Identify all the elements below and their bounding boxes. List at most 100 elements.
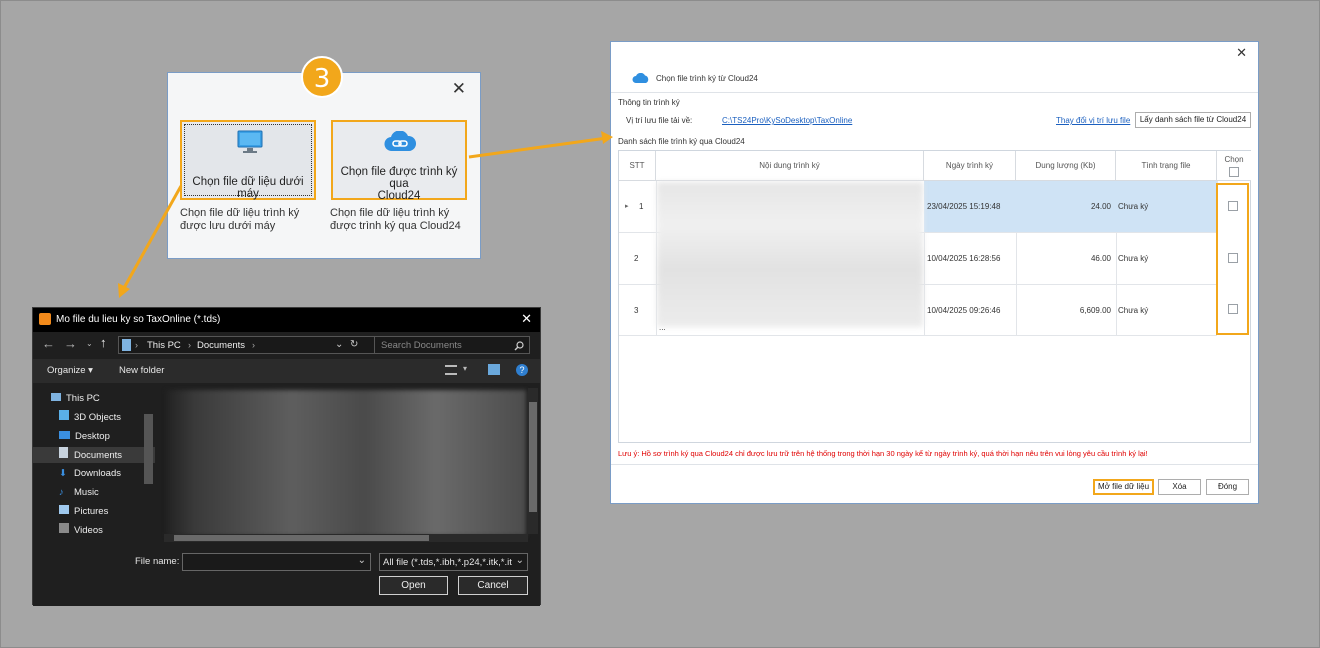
nav-label: Pictures (74, 506, 109, 517)
dialog-title: Chọn file trình ký từ Cloud24 (656, 74, 758, 83)
nav-label: Downloads (74, 468, 121, 479)
cloud-icon (632, 73, 649, 83)
close-icon[interactable]: ✕ (452, 79, 466, 99)
nav-item-documents[interactable]: Documents (33, 447, 155, 463)
search-input[interactable]: Search Documents (374, 336, 530, 354)
select-all-checkbox[interactable] (1229, 167, 1239, 177)
preview-pane-icon[interactable] (488, 364, 500, 375)
option-local-file[interactable]: Chọn file dữ liệu dưới máy (180, 120, 316, 200)
desc-line: được lưu dưới máy (180, 220, 276, 232)
option-local-label: Chọn file dữ liệu dưới máy (192, 176, 304, 200)
arrow-to-cloud-dialog (468, 136, 608, 159)
row-date: 10/04/2025 09:26:46 (927, 306, 1001, 315)
nav-item-this-pc[interactable]: This PC (51, 391, 100, 407)
nav-label: Music (74, 487, 99, 498)
chevron-down-icon[interactable]: ⌄ (358, 555, 366, 566)
back-icon[interactable]: ← (42, 336, 55, 351)
search-placeholder: Search Documents (381, 340, 462, 351)
open-button[interactable]: Open (379, 576, 448, 595)
chevron-right-icon: › (188, 340, 191, 350)
nav-item-3d-objects[interactable]: 3D Objects (59, 410, 121, 426)
row-checkbox[interactable] (1228, 201, 1238, 211)
nav-item-videos[interactable]: Videos (59, 523, 103, 539)
col-header-status[interactable]: Tình trạng file (1116, 151, 1217, 181)
view-options-icon[interactable] (445, 365, 457, 375)
row-stt: 1 (639, 202, 644, 211)
arrowhead-icon (118, 283, 130, 298)
cloud-file-dialog: ✕ Chọn file trình ký từ Cloud24 Thông ti… (610, 41, 1259, 504)
title-bar: Mo file du lieu ky so TaxOnline (*.tds) … (33, 308, 540, 332)
col-header-date[interactable]: Ngày trình ký (924, 151, 1016, 181)
option-cloud-file[interactable]: Chọn file được trình ký qua Cloud24 (331, 120, 467, 202)
toolbar: Organize ▾ New folder ▾ ? (33, 359, 540, 383)
col-header-stt[interactable]: STT (619, 151, 656, 181)
col-header-select[interactable]: Chọn (1217, 151, 1251, 181)
monitor-icon (237, 130, 263, 153)
close-icon[interactable]: ✕ (521, 311, 532, 327)
pc-icon (51, 393, 61, 401)
fetch-list-button[interactable]: Lấy danh sách file từ Cloud24 (1135, 112, 1251, 128)
organize-button[interactable]: Organize ▾ (47, 365, 93, 376)
desc-line: Chọn file dữ liệu trình ký (330, 207, 450, 219)
cancel-button[interactable]: Cancel (458, 576, 528, 595)
chevron-down-icon[interactable]: ⌄ (335, 339, 343, 350)
col-header-size[interactable]: Dung lượng (Kb) (1016, 151, 1116, 181)
option-cloud-label: Chọn file được trình ký qua Cloud24 (333, 166, 465, 202)
chooser-dialog: ✕ Chọn file dữ liệu dưới máy Chọn file d… (167, 72, 481, 259)
new-folder-button[interactable]: New folder (119, 365, 164, 376)
save-path-link[interactable]: C:\TS24Pro\KySoDesktop\TaxOnline (722, 116, 852, 125)
section-info-label: Thông tin trình ký (618, 98, 680, 107)
horizontal-scrollbar[interactable] (164, 534, 528, 542)
row-stt: 2 (634, 254, 639, 263)
help-icon[interactable]: ? (516, 364, 528, 376)
retention-note: Lưu ý: Hồ sơ trình ký qua Cloud24 chỉ đư… (618, 449, 1148, 458)
refresh-icon[interactable]: ↻ (350, 339, 358, 350)
navigation-pane: This PC 3D Objects Desktop Documents ⬇ Do… (33, 384, 155, 546)
nav-item-desktop[interactable]: Desktop (59, 429, 110, 445)
row-size: 6,609.00 (1079, 306, 1111, 315)
close-icon[interactable]: ✕ (1236, 45, 1247, 61)
app-icon (39, 313, 51, 325)
label-line: Cloud24 (377, 190, 421, 202)
nav-label: Videos (74, 525, 103, 536)
nav-label: 3D Objects (74, 412, 121, 423)
recent-dropdown-icon[interactable]: ⌄ (86, 339, 93, 348)
cube-icon (59, 410, 69, 420)
change-location-link[interactable]: Thay đổi vị trí lưu file (1056, 116, 1130, 125)
row-status: Chưa ký (1118, 202, 1149, 211)
file-list-scrollbar[interactable] (528, 388, 538, 534)
address-bar[interactable]: › This PC › Documents › ⌄ ↻ (118, 336, 396, 354)
open-data-file-button[interactable]: Mở file dữ liệu (1093, 479, 1154, 495)
row-indicator-icon: ▸ (625, 203, 629, 210)
desc-line: được trình ký qua Cloud24 (330, 220, 461, 232)
nav-item-pictures[interactable]: Pictures (59, 504, 108, 520)
divider (611, 92, 1258, 93)
row-status: Chưa ký (1118, 306, 1149, 315)
save-path-label: Vị trí lưu file tải về: (626, 116, 693, 125)
col-header-content[interactable]: Nội dung trình ký (656, 151, 924, 181)
breadcrumb-this-pc[interactable]: This PC (147, 340, 181, 351)
delete-button[interactable]: Xóa (1158, 479, 1201, 495)
breadcrumb-documents[interactable]: Documents (197, 340, 245, 351)
forward-icon[interactable]: → (64, 336, 77, 351)
file-name-input[interactable]: ⌄ (182, 553, 371, 571)
content-ellipsis: ... (659, 323, 666, 332)
select-header-label: Chọn (1224, 155, 1244, 164)
documents-icon (59, 447, 68, 458)
file-name-label: File name: (135, 556, 180, 567)
close-button[interactable]: Đóng (1206, 479, 1249, 495)
up-icon[interactable]: ↑ (100, 335, 107, 350)
nav-item-music[interactable]: ♪ Music (59, 485, 99, 501)
row-status: Chưa ký (1118, 254, 1149, 263)
nav-scrollbar[interactable] (144, 414, 153, 484)
row-stt: 3 (634, 306, 639, 315)
nav-item-downloads[interactable]: ⬇ Downloads (59, 466, 121, 482)
row-checkbox[interactable] (1228, 253, 1238, 263)
desc-line: Chọn file dữ liệu trình ký (180, 207, 300, 219)
chevron-down-icon[interactable]: ▾ (463, 364, 467, 373)
row-date: 10/04/2025 16:28:56 (927, 254, 1001, 263)
row-size: 46.00 (1090, 254, 1111, 263)
nav-label: Documents (74, 450, 123, 461)
row-checkbox[interactable] (1228, 304, 1238, 314)
file-type-select[interactable]: All file (*.tds,*.ibh,*.p24,*.itk,*.it ⌄ (379, 553, 528, 571)
